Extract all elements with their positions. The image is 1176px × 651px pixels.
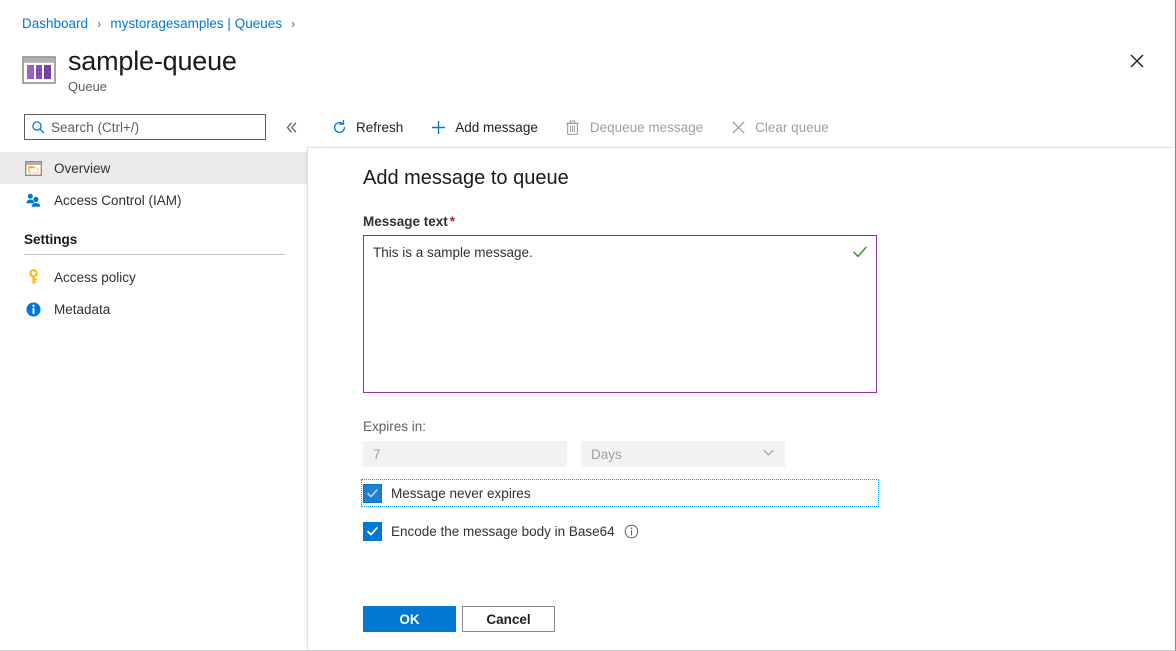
breadcrumb-separator-icon: ›	[291, 15, 296, 31]
refresh-icon	[330, 118, 348, 136]
ok-button[interactable]: OK	[363, 606, 456, 632]
chevron-down-icon	[762, 446, 775, 462]
add-message-panel: Add message to queue Message text* Expir…	[307, 147, 1175, 650]
breadcrumb-separator-icon: ›	[97, 15, 102, 31]
expires-unit-dropdown: Days	[581, 441, 785, 467]
message-text-label: Message text *	[363, 214, 1147, 229]
breadcrumb-item-queues[interactable]: mystoragesamples | Queues	[110, 16, 282, 31]
page-header: sample-queue Queue	[22, 45, 237, 95]
sidebar-item-label: Metadata	[54, 301, 111, 317]
sidebar-section-title: Settings	[24, 232, 78, 247]
chevron-double-left-icon[interactable]	[282, 117, 300, 137]
queue-icon	[22, 53, 56, 87]
cancel-button[interactable]: Cancel	[462, 606, 555, 632]
expires-amount-value: 7	[373, 446, 381, 462]
encode-base64-row[interactable]: Encode the message body in Base64	[363, 519, 1147, 543]
refresh-button[interactable]: Refresh	[322, 111, 411, 143]
add-message-button[interactable]: Add message	[421, 111, 546, 143]
toolbar-button-label: Clear queue	[755, 119, 829, 135]
sidebar-item-label: Overview	[54, 160, 111, 176]
search-input[interactable]	[51, 119, 259, 135]
sidebar-item-label: Access policy	[54, 269, 136, 285]
info-circle-icon[interactable]	[624, 524, 639, 539]
overview-icon	[24, 159, 42, 177]
message-never-expires-label: Message never expires	[391, 485, 531, 501]
panel-title: Add message to queue	[363, 167, 569, 189]
message-text-input[interactable]	[364, 236, 876, 392]
expires-in-row: 7 Days	[363, 441, 1147, 467]
sidebar-item-label: Access Control (IAM)	[54, 192, 182, 208]
trash-icon	[564, 118, 582, 136]
breadcrumb: Dashboard › mystoragesamples | Queues ›	[22, 13, 304, 33]
encode-base64-label: Encode the message body in Base64	[391, 523, 615, 539]
info-icon	[24, 300, 42, 318]
sidebar: Overview Access Control (IAM) Settings A…	[0, 152, 307, 650]
sidebar-divider	[24, 254, 285, 255]
command-bar: Refresh Add message Dequeue message Clea…	[322, 108, 1175, 146]
message-never-expires-checkbox[interactable]	[363, 483, 382, 503]
sidebar-item-access-policy[interactable]: Access policy	[0, 261, 307, 293]
expires-unit-value: Days	[591, 446, 622, 462]
encode-base64-checkbox[interactable]	[363, 521, 382, 541]
clear-queue-button: Clear queue	[721, 111, 837, 143]
toolbar-button-label: Dequeue message	[589, 119, 704, 135]
message-text-box[interactable]	[363, 235, 877, 393]
people-icon	[24, 191, 42, 209]
breadcrumb-item-dashboard[interactable]: Dashboard	[22, 16, 88, 31]
sidebar-item-access-control[interactable]: Access Control (IAM)	[0, 184, 307, 216]
expires-in-label: Expires in:	[363, 419, 427, 434]
close-icon[interactable]	[1121, 45, 1153, 77]
plus-icon	[429, 118, 447, 136]
page-title: sample-queue	[68, 46, 237, 76]
page-subtitle: Queue	[68, 79, 108, 94]
key-icon	[24, 268, 42, 286]
search-icon	[31, 120, 45, 134]
sidebar-item-metadata[interactable]: Metadata	[0, 293, 307, 325]
message-never-expires-row[interactable]: Message never expires	[361, 479, 879, 507]
required-marker: *	[449, 214, 456, 229]
message-text-label-text: Message text	[363, 214, 448, 229]
add-message-form: Message text* Expires in: 7 Days	[361, 214, 1147, 632]
expires-amount-input: 7	[363, 441, 567, 467]
panel-footer-buttons: OK Cancel	[363, 606, 1147, 632]
toolbar-button-label: Refresh	[356, 119, 404, 135]
azure-portal-blade: Dashboard › mystoragesamples | Queues › …	[0, 0, 1176, 651]
sidebar-item-overview[interactable]: Overview	[0, 152, 307, 184]
toolbar-button-label: Add message	[455, 119, 538, 135]
close-x-icon	[729, 118, 747, 136]
search-box[interactable]	[24, 114, 266, 140]
sidebar-search-area	[24, 114, 300, 140]
dequeue-message-button: Dequeue message	[556, 111, 711, 143]
